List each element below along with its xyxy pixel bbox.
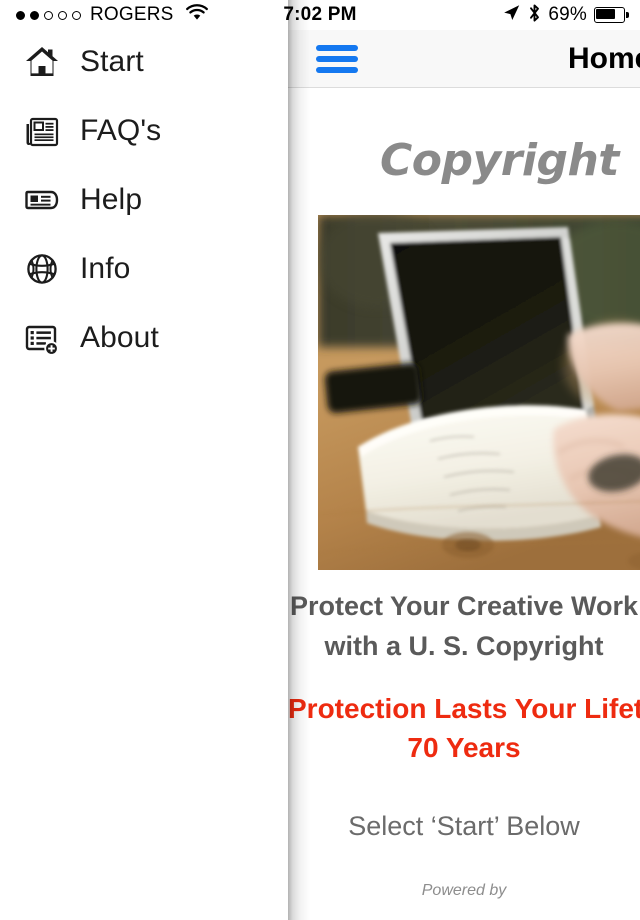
hero-illustration [318, 215, 640, 570]
protection-line-1: Protection Lasts Your Lifetime + [288, 693, 640, 724]
content-pane: Home Copyright [288, 0, 640, 920]
sidebar-item-info[interactable]: Info [0, 240, 288, 298]
page-content: Copyright Protect Your Creative Work wit… [288, 89, 640, 920]
hamburger-bar-3 [316, 67, 358, 73]
app-root: Home Copyright [0, 0, 640, 920]
navigation-drawer: Start FAQ's Help Info About [0, 0, 288, 920]
id-card-icon [20, 178, 64, 222]
hamburger-bar-1 [316, 45, 358, 51]
footer-powered-by: Powered by [421, 882, 507, 899]
protection-line-2: 70 Years [407, 732, 521, 763]
list-add-icon [20, 316, 64, 360]
sidebar-item-help[interactable]: Help [0, 171, 288, 229]
heading-line-2: with a U. S. Copyright [324, 631, 604, 661]
hamburger-bar-2 [316, 56, 358, 62]
drawer-menu-list: Start FAQ's Help Info About [0, 30, 288, 920]
sidebar-item-about[interactable]: About [0, 309, 288, 367]
navigation-bar: Home [288, 30, 640, 88]
sidebar-item-label: FAQ's [80, 114, 162, 147]
globe-icon [20, 247, 64, 291]
sidebar-item-label: Info [80, 252, 131, 285]
hero-image [318, 215, 640, 570]
sidebar-item-label: Start [80, 45, 144, 78]
sidebar-item-label: Help [80, 183, 143, 216]
call-to-action-text: Select ‘Start’ Below [348, 811, 580, 841]
copyright-logo-text: Copyright [380, 135, 619, 186]
home-icon [20, 40, 64, 84]
sidebar-item-start[interactable]: Start [0, 33, 288, 91]
heading-line-1: Protect Your Creative Work [289, 591, 639, 621]
protection-callout: Protection Lasts Your Lifetime + 70 Year… [288, 689, 640, 767]
hamburger-menu-icon[interactable] [316, 44, 358, 74]
page-title: Home [568, 42, 640, 75]
sidebar-item-faqs[interactable]: FAQ's [0, 102, 288, 160]
main-heading: Protect Your Creative Work with a U. S. … [288, 586, 640, 666]
sidebar-item-label: About [80, 321, 159, 354]
newspaper-icon [20, 109, 64, 153]
